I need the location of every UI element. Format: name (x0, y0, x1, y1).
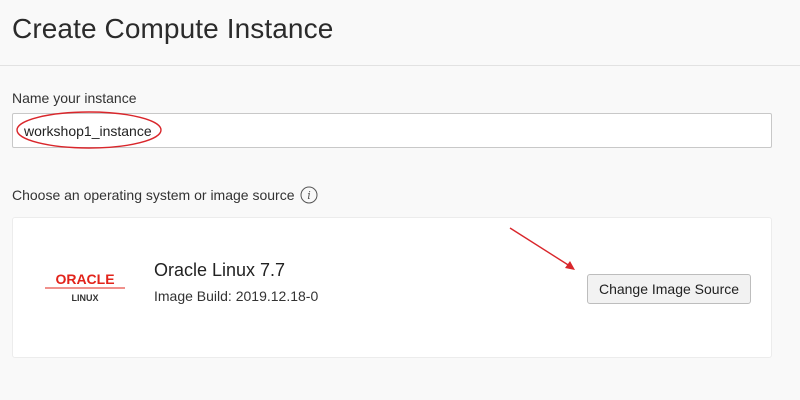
image-source-label-row: Choose an operating system or image sour… (12, 186, 318, 204)
image-source-card: ORACLE LINUX Oracle Linux 7.7 Image Buil… (12, 217, 772, 358)
svg-text:i: i (308, 189, 312, 202)
instance-name-input[interactable] (12, 113, 772, 148)
image-source-label: Choose an operating system or image sour… (12, 187, 295, 203)
page-header: Create Compute Instance (0, 0, 800, 66)
image-name: Oracle Linux 7.7 (154, 260, 286, 280)
oracle-logo-brand: ORACLE (55, 271, 114, 287)
oracle-logo-sub: LINUX (72, 293, 99, 303)
page-title: Create Compute Instance (12, 13, 334, 44)
info-icon[interactable]: i (300, 186, 318, 204)
instance-name-label: Name your instance (12, 90, 137, 106)
image-build: Image Build: 2019.12.18-0 (154, 288, 319, 304)
change-image-source-button[interactable]: Change Image Source (587, 274, 751, 304)
oracle-linux-logo: ORACLE LINUX (45, 271, 125, 303)
